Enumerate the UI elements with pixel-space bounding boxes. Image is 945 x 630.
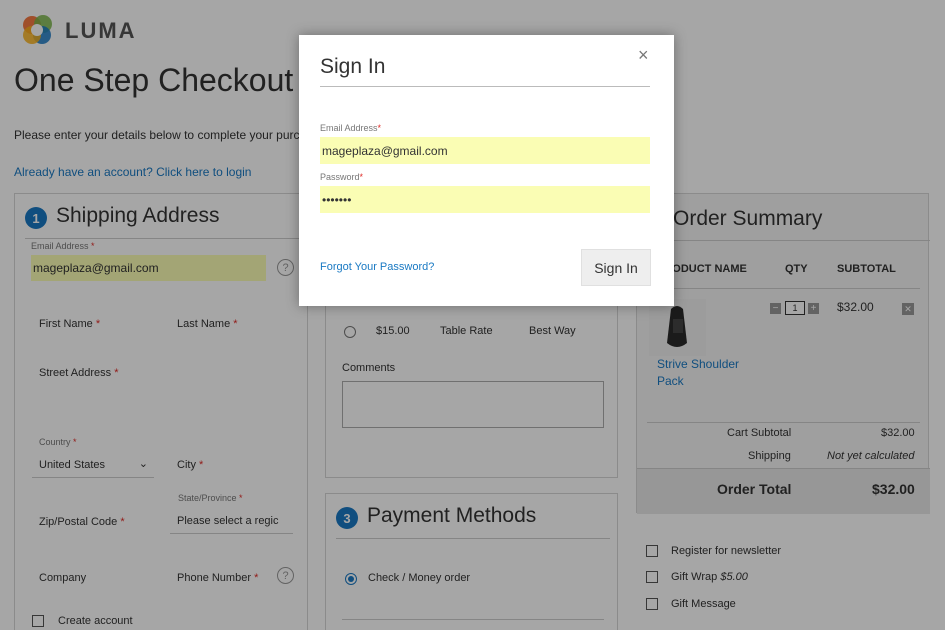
sign-in-modal: Sign In × Email Address* mageplaza@gmail… — [299, 35, 674, 306]
modal-password-input[interactable]: ••••••• — [320, 186, 650, 213]
divider — [320, 86, 650, 87]
sign-in-button[interactable]: Sign In — [581, 249, 651, 286]
modal-email-label: Email Address* — [320, 123, 382, 133]
modal-email-input[interactable]: mageplaza@gmail.com — [320, 137, 650, 164]
modal-password-label: Password* — [320, 172, 364, 182]
close-icon[interactable]: × — [638, 45, 649, 66]
modal-title: Sign In — [320, 55, 386, 78]
forgot-password-link[interactable]: Forgot Your Password? — [320, 261, 434, 273]
